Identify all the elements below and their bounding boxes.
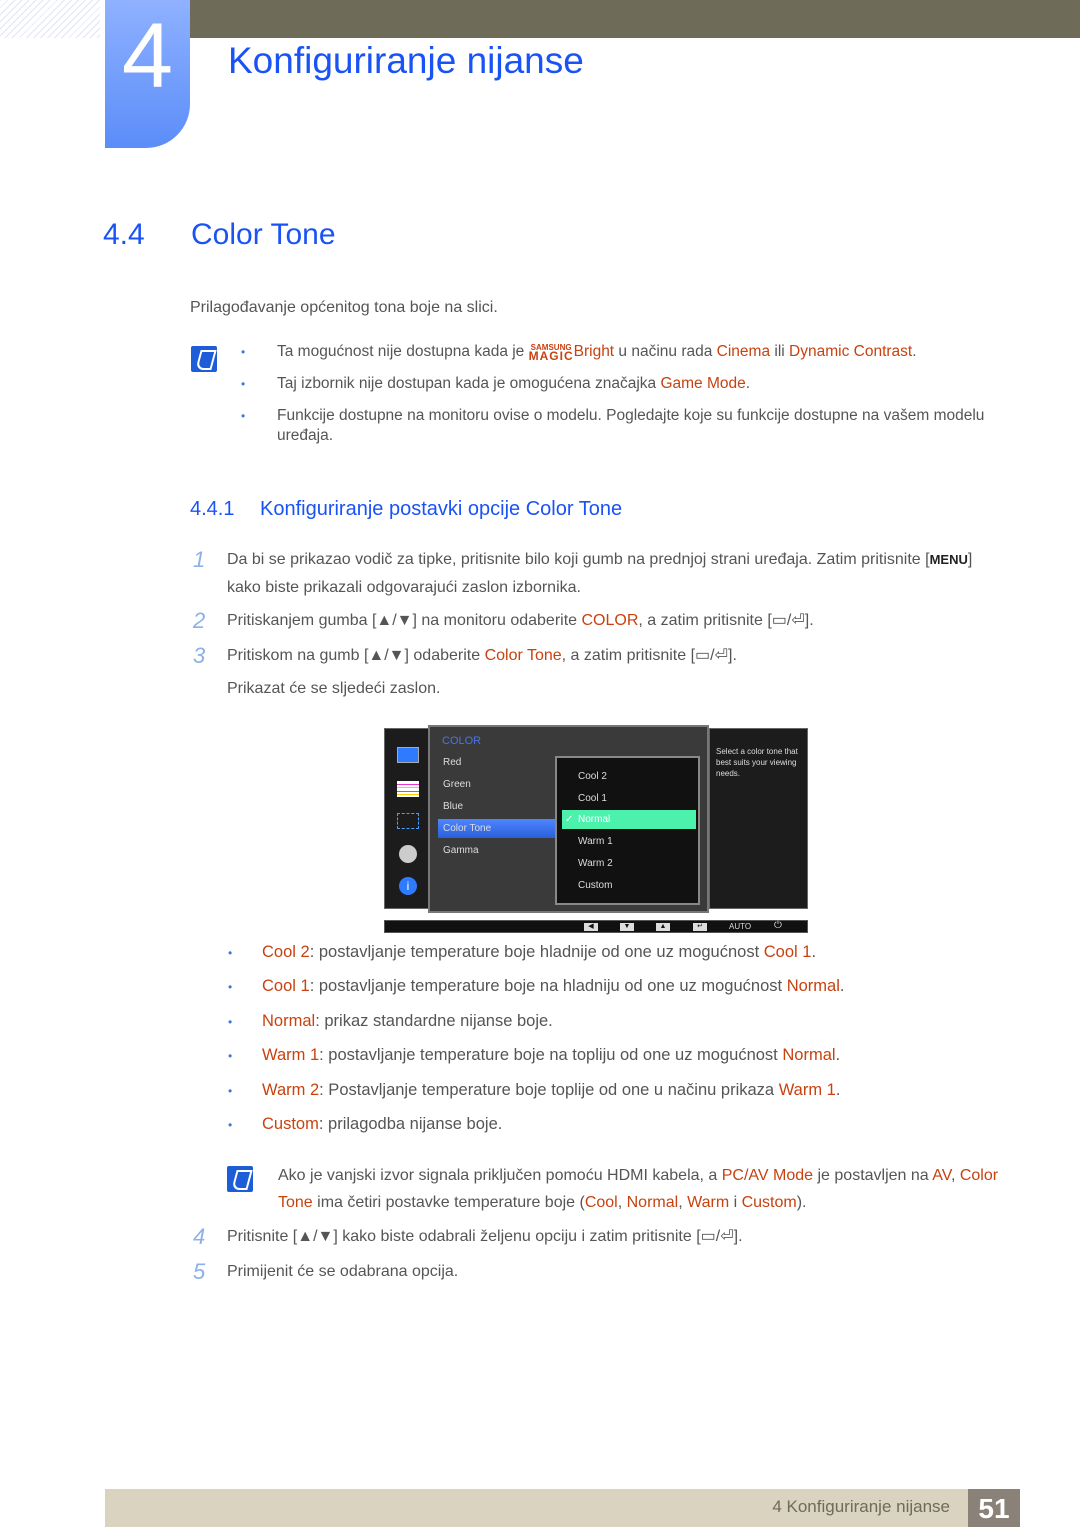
osd-item-red[interactable]: Red <box>438 753 556 772</box>
option-desc-item: Cool 2: postavljanje temperature boje hl… <box>228 943 844 977</box>
header-bar <box>190 0 1080 38</box>
step-4: 4 Pritisnite [▲/▼] kako biste odabrali že… <box>193 1224 743 1249</box>
osd-item-color-tone[interactable]: Color Tone <box>438 819 556 838</box>
osd-item-gamma[interactable]: Gamma <box>438 841 556 860</box>
left-arrow-icon[interactable]: ◀ <box>584 923 598 931</box>
down-arrow-icon[interactable]: ▼ <box>620 923 634 931</box>
color-icon <box>397 781 419 797</box>
subsection-heading: 4.4.1 Konfiguriranje postavki opcije Colo… <box>190 498 623 520</box>
osd-option-cool2[interactable]: Cool 2 <box>562 767 696 786</box>
option-desc-item: Normal: prikaz standardne nijanse boje. <box>228 1012 844 1046</box>
osd-main-panel: COLOR Red Green Blue Color Tone Gamma Co… <box>428 725 709 913</box>
step-3: 3 Pritiskom na gumb [▲/▼] odaberite Color… <box>193 643 737 697</box>
page-footer: 4 Konfiguriranje nijanse 51 <box>105 1489 1020 1527</box>
section-title: Color Tone <box>191 218 336 251</box>
note-list: Ta mogućnost nije dostupna kada je SAMSU… <box>241 342 1001 458</box>
osd-option-cool1[interactable]: Cool 1 <box>562 789 696 808</box>
osd-option-custom[interactable]: Custom <box>562 876 696 895</box>
note-item: Taj izbornik nije dostupan kada je omogu… <box>241 374 1001 394</box>
osd-submenu: Cool 2 Cool 1 ✓ Normal Warm 1 Warm 2 Cust… <box>555 756 700 905</box>
osd-option-warm2[interactable]: Warm 2 <box>562 854 696 873</box>
power-icon[interactable]: ⏻ <box>774 920 782 931</box>
section-heading: 4.4 Color Tone <box>103 218 336 252</box>
osd-option-warm1[interactable]: Warm 1 <box>562 832 696 851</box>
osd-button-bar: ◀ ▼ ▲ ↵ AUTO ⏻ <box>384 920 808 933</box>
page-number: 51 <box>968 1489 1020 1527</box>
osd-item-green[interactable]: Green <box>438 775 556 794</box>
step-5: 5 Primijenit će se odabrana opcija. <box>193 1259 459 1284</box>
menu-key: MENU <box>929 552 968 567</box>
option-descriptions: Cool 2: postavljanje temperature boje hl… <box>228 943 844 1149</box>
chapter-title: Konfiguriranje nijanse <box>228 40 584 81</box>
osd-title: COLOR <box>442 735 482 747</box>
note-item: Ta mogućnost nije dostupna kada je SAMSU… <box>241 342 1001 362</box>
section-number: 4.4 <box>103 218 145 251</box>
header-hatch <box>0 0 100 38</box>
option-desc-item: Cool 1: postavljanje temperature boje na… <box>228 977 844 1011</box>
osd-help-text: Select a color tone that best suits your… <box>709 728 808 909</box>
size-position-icon <box>397 813 419 829</box>
chapter-number: 4 <box>105 0 190 148</box>
enter-icon[interactable]: ↵ <box>693 923 707 931</box>
note-item: Funkcije dostupne na monitoru ovise o mo… <box>241 406 1001 446</box>
monitor-icon <box>397 747 419 763</box>
osd-item-blue[interactable]: Blue <box>438 797 556 816</box>
auto-button[interactable]: AUTO <box>729 921 751 933</box>
option-desc-item: Warm 2: Postavljanje temperature boje to… <box>228 1081 844 1115</box>
step-2: 2 Pritiskanjem gumba [▲/▼] na monitoru od… <box>193 608 814 633</box>
info-icon: i <box>399 877 417 895</box>
magic-bright-logo: SAMSUNG MAGIC <box>528 342 574 363</box>
osd-sidebar: i <box>384 728 430 909</box>
osd-option-normal[interactable]: ✓ Normal <box>562 810 696 829</box>
step-1: 1 Da bi se prikazao vodič za tipke, priti… <box>193 547 973 596</box>
footer-chapter: 4 Konfiguriranje nijanse <box>772 1497 950 1516</box>
note-icon <box>191 346 217 372</box>
section-intro: Prilagođavanje općenitog tona boje na sl… <box>190 299 498 316</box>
note-icon <box>227 1166 253 1192</box>
osd-menu-screenshot: i COLOR Red Green Blue Color Tone Gamma … <box>384 725 808 933</box>
option-desc-item: Custom: prilagodba nijanse boje. <box>228 1115 844 1149</box>
gear-icon <box>399 845 417 863</box>
option-desc-item: Warm 1: postavljanje temperature boje na… <box>228 1046 844 1080</box>
check-icon: ✓ <box>565 814 574 825</box>
up-arrow-icon[interactable]: ▲ <box>656 923 670 931</box>
hdmi-note: Ako je vanjski izvor signala priključen … <box>278 1167 999 1211</box>
